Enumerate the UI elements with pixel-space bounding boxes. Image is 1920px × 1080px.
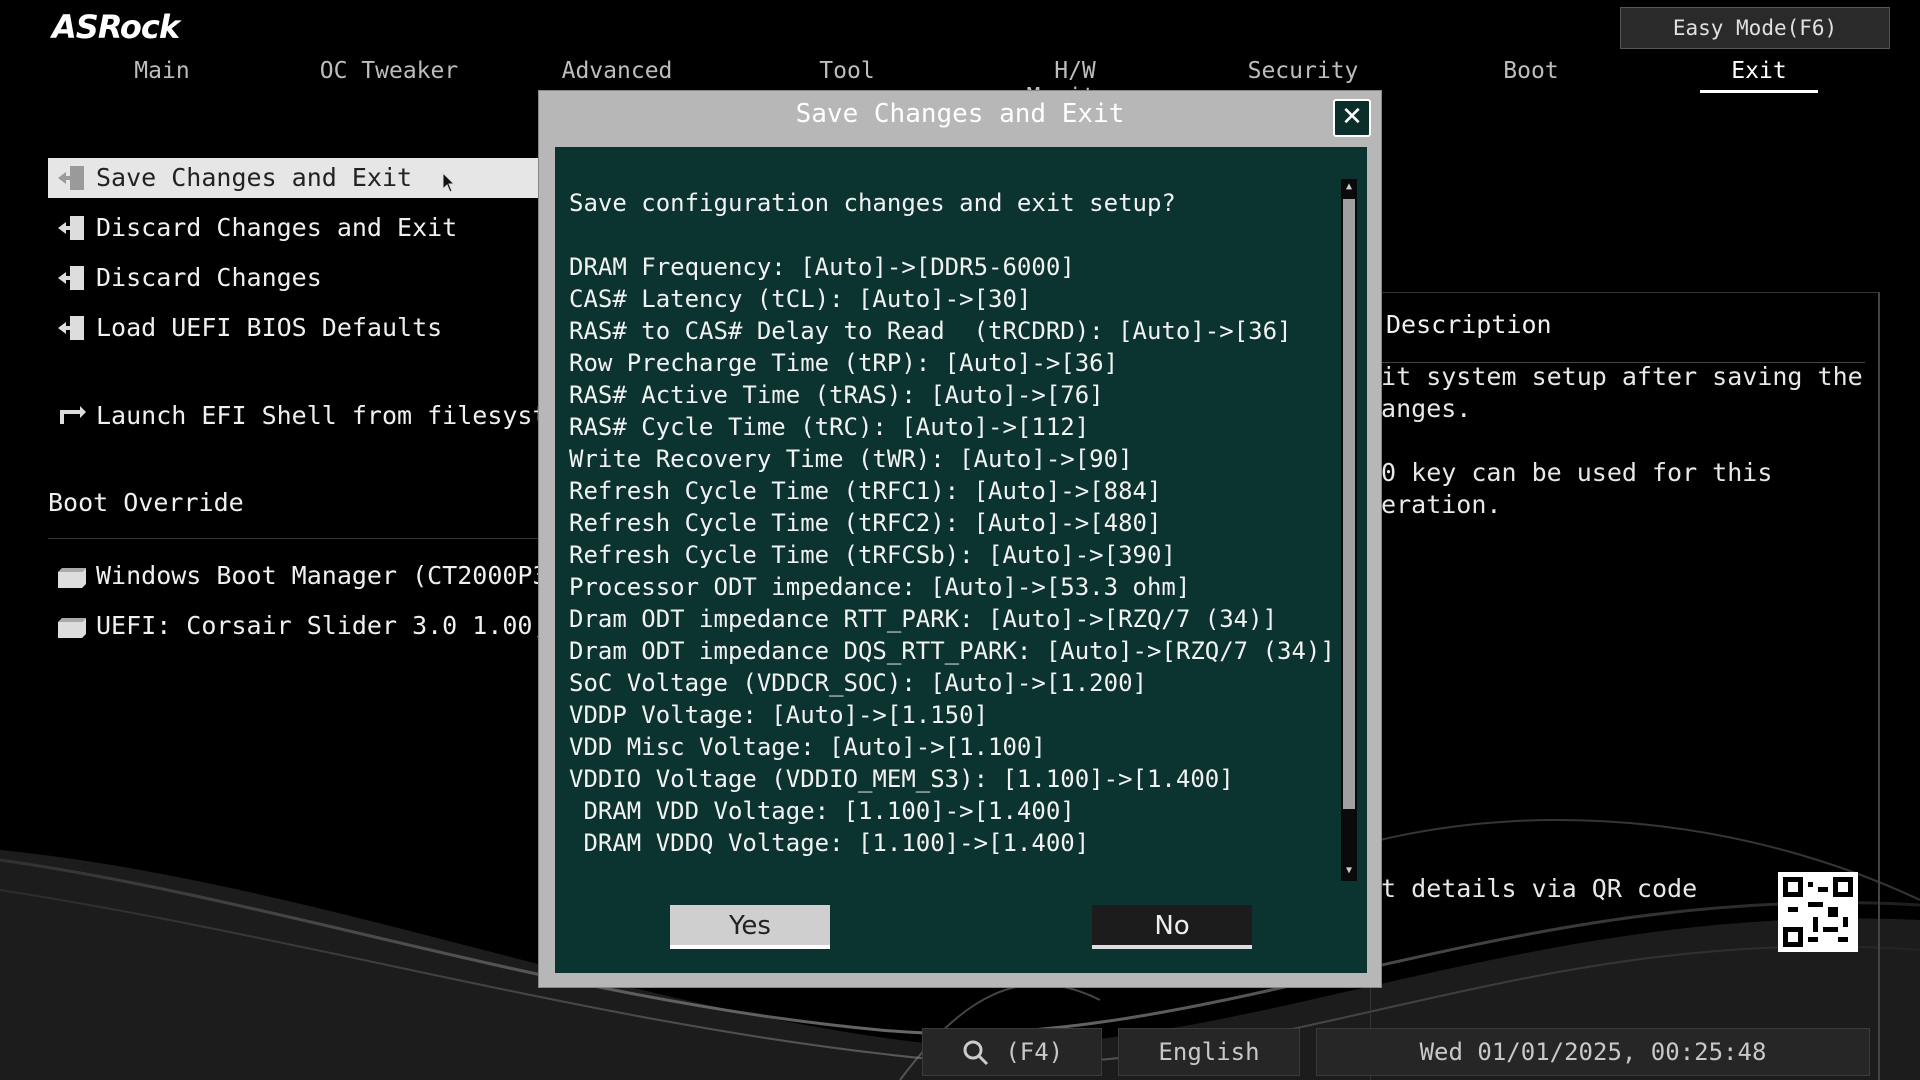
change-line: DRAM VDDQ Voltage: [1.100]->[1.400] xyxy=(569,829,1090,857)
boot-item-uefi-corsair[interactable]: UEFI: Corsair Slider 3.0 1.00, Part xyxy=(48,606,548,646)
scrollbar-thumb[interactable] xyxy=(1343,199,1355,809)
boot-item-windows-boot-manager[interactable]: Windows Boot Manager (CT2000P310SSD xyxy=(48,556,548,596)
change-line: DRAM Frequency: [Auto]->[DDR5-6000] xyxy=(569,253,1075,281)
boot-item-label: UEFI: Corsair Slider 3.0 1.00, Part xyxy=(96,611,548,640)
tab-main[interactable]: Main xyxy=(87,58,237,90)
return-arrow-icon xyxy=(60,406,86,424)
change-line: Refresh Cycle Time (tRFCSb): [Auto]->[39… xyxy=(569,541,1176,569)
change-line: RAS# Active Time (tRAS): [Auto]->[76] xyxy=(569,381,1104,409)
dialog-content: Save configuration changes and exit setu… xyxy=(569,187,1339,859)
drive-icon xyxy=(58,618,86,638)
drive-icon xyxy=(58,568,86,588)
menu-item-label: Launch EFI Shell from filesystem de xyxy=(96,401,548,430)
menu-item-label: Discard Changes xyxy=(96,263,322,292)
exit-door-icon xyxy=(58,266,84,290)
change-line: VDDIO Voltage (VDDIO_MEM_S3): [1.100]->[… xyxy=(569,765,1234,793)
language-button[interactable]: English xyxy=(1118,1028,1300,1076)
description-line: peration. xyxy=(1366,490,1502,519)
easy-mode-button[interactable]: Easy Mode(F6) xyxy=(1620,7,1890,49)
menu-item-label: Save Changes and Exit xyxy=(96,163,413,192)
qr-code xyxy=(1778,872,1858,952)
save-changes-dialog: Save Changes and Exit ✕ Save configurati… xyxy=(538,90,1382,988)
qr-code-icon xyxy=(1783,877,1853,947)
change-line: SoC Voltage (VDDCR_SOC): [Auto]->[1.200] xyxy=(569,669,1147,697)
dialog-scrollbar[interactable]: ▲ ▼ xyxy=(1341,179,1357,881)
tab-security[interactable]: Security xyxy=(1228,58,1378,90)
no-button[interactable]: No xyxy=(1092,905,1252,949)
menu-item-discard-changes-and-exit[interactable]: Discard Changes and Exit xyxy=(48,208,548,248)
qr-hint: et details via QR code xyxy=(1366,874,1698,903)
change-line: Processor ODT impedance: [Auto]->[53.3 o… xyxy=(569,573,1191,601)
exit-door-icon xyxy=(58,166,84,190)
tab-exit[interactable]: Exit xyxy=(1700,58,1818,93)
change-line: Row Precharge Time (tRP): [Auto]->[36] xyxy=(569,349,1119,377)
menu-item-label: Load UEFI BIOS Defaults xyxy=(96,313,443,342)
change-line: CAS# Latency (tCL): [Auto]->[30] xyxy=(569,285,1032,313)
change-line: Refresh Cycle Time (tRFC1): [Auto]->[884… xyxy=(569,477,1162,505)
change-line: Write Recovery Time (tWR): [Auto]->[90] xyxy=(569,445,1133,473)
tab-boot[interactable]: Boot xyxy=(1456,58,1606,90)
datetime-display: Wed 01/01/2025, 00:25:48 xyxy=(1316,1028,1870,1076)
boot-item-label: Windows Boot Manager (CT2000P310SSD xyxy=(96,561,548,590)
scroll-down-icon[interactable]: ▼ xyxy=(1343,865,1355,877)
tab-advanced[interactable]: Advanced xyxy=(542,58,692,90)
exit-door-icon xyxy=(58,216,84,240)
close-icon[interactable]: ✕ xyxy=(1333,99,1371,137)
divider xyxy=(48,538,548,539)
boot-override-heading: Boot Override xyxy=(48,488,244,517)
scroll-up-icon[interactable]: ▲ xyxy=(1343,181,1355,193)
search-button[interactable]: (F4) xyxy=(922,1028,1102,1076)
tab-tool[interactable]: Tool xyxy=(772,58,922,90)
description-line: 10 key can be used for this xyxy=(1366,458,1773,487)
change-line: DRAM VDD Voltage: [1.100]->[1.400] xyxy=(569,797,1075,825)
search-shortcut-label: (F4) xyxy=(1005,1038,1064,1066)
asrock-logo: ASRock xyxy=(52,8,180,46)
exit-door-icon xyxy=(58,316,84,340)
mouse-cursor-icon xyxy=(442,172,456,193)
change-line: VDD Misc Voltage: [Auto]->[1.100] xyxy=(569,733,1046,761)
description-line: xit system setup after saving the xyxy=(1366,362,1863,391)
yes-button[interactable]: Yes xyxy=(670,905,830,949)
dialog-title: Save Changes and Exit xyxy=(795,99,1125,129)
change-line: VDDP Voltage: [Auto]->[1.150] xyxy=(569,701,989,729)
menu-item-discard-changes[interactable]: Discard Changes xyxy=(48,258,548,298)
dialog-prompt: Save configuration changes and exit setu… xyxy=(569,189,1176,217)
menu-item-label: Discard Changes and Exit xyxy=(96,213,458,242)
menu-item-launch-efi-shell[interactable]: Launch EFI Shell from filesystem de xyxy=(48,396,548,436)
tab-oc-tweaker[interactable]: OC Tweaker xyxy=(314,58,464,90)
menu-item-save-changes-and-exit[interactable]: Save Changes and Exit xyxy=(48,158,548,198)
description-title: Description xyxy=(1386,310,1552,339)
change-line: Refresh Cycle Time (tRFC2): [Auto]->[480… xyxy=(569,509,1162,537)
menu-item-load-uefi-defaults[interactable]: Load UEFI BIOS Defaults xyxy=(48,308,548,348)
change-line: Dram ODT impedance DQS_RTT_PARK: [Auto]-… xyxy=(569,637,1335,665)
change-line: RAS# to CAS# Delay to Read (tRCDRD): [Au… xyxy=(569,317,1292,345)
change-line: RAS# Cycle Time (tRC): [Auto]->[112] xyxy=(569,413,1090,441)
search-icon xyxy=(963,1040,988,1066)
change-line: Dram ODT impedance RTT_PARK: [Auto]->[RZ… xyxy=(569,605,1278,633)
dialog-body: Save configuration changes and exit setu… xyxy=(555,147,1367,973)
